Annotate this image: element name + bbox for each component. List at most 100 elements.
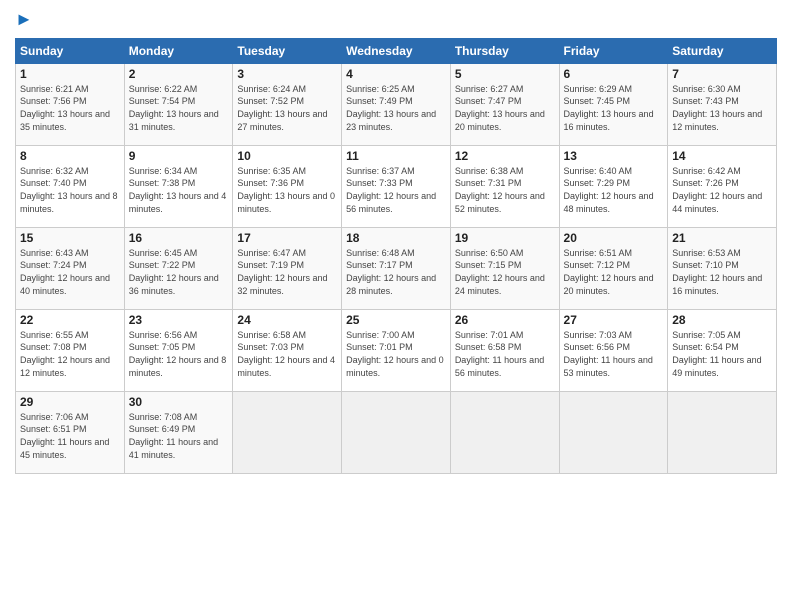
day-info: Sunrise: 6:53 AM Sunset: 7:10 PM Dayligh…	[672, 247, 772, 297]
calendar-cell: 9 Sunrise: 6:34 AM Sunset: 7:38 PM Dayli…	[124, 145, 233, 227]
day-number: 16	[129, 231, 229, 245]
day-number: 20	[564, 231, 664, 245]
calendar-cell: 4 Sunrise: 6:25 AM Sunset: 7:49 PM Dayli…	[342, 63, 451, 145]
day-info: Sunrise: 6:32 AM Sunset: 7:40 PM Dayligh…	[20, 165, 120, 215]
day-number: 25	[346, 313, 446, 327]
day-number: 7	[672, 67, 772, 81]
calendar-cell: 26 Sunrise: 7:01 AM Sunset: 6:58 PM Dayl…	[450, 309, 559, 391]
day-number: 14	[672, 149, 772, 163]
day-info: Sunrise: 6:40 AM Sunset: 7:29 PM Dayligh…	[564, 165, 664, 215]
day-info: Sunrise: 6:43 AM Sunset: 7:24 PM Dayligh…	[20, 247, 120, 297]
day-number: 26	[455, 313, 555, 327]
day-info: Sunrise: 6:25 AM Sunset: 7:49 PM Dayligh…	[346, 83, 446, 133]
day-number: 13	[564, 149, 664, 163]
day-info: Sunrise: 7:08 AM Sunset: 6:49 PM Dayligh…	[129, 411, 229, 461]
day-number: 15	[20, 231, 120, 245]
calendar-cell	[233, 391, 342, 473]
calendar-cell: 6 Sunrise: 6:29 AM Sunset: 7:45 PM Dayli…	[559, 63, 668, 145]
calendar-cell: 3 Sunrise: 6:24 AM Sunset: 7:52 PM Dayli…	[233, 63, 342, 145]
day-number: 5	[455, 67, 555, 81]
day-info: Sunrise: 6:29 AM Sunset: 7:45 PM Dayligh…	[564, 83, 664, 133]
calendar-cell: 8 Sunrise: 6:32 AM Sunset: 7:40 PM Dayli…	[16, 145, 125, 227]
calendar-cell: 28 Sunrise: 7:05 AM Sunset: 6:54 PM Dayl…	[668, 309, 777, 391]
day-info: Sunrise: 7:01 AM Sunset: 6:58 PM Dayligh…	[455, 329, 555, 379]
day-info: Sunrise: 6:37 AM Sunset: 7:33 PM Dayligh…	[346, 165, 446, 215]
weekday-header-friday: Friday	[559, 38, 668, 63]
calendar-table: SundayMondayTuesdayWednesdayThursdayFrid…	[15, 38, 777, 474]
calendar-cell: 16 Sunrise: 6:45 AM Sunset: 7:22 PM Dayl…	[124, 227, 233, 309]
calendar-cell: 17 Sunrise: 6:47 AM Sunset: 7:19 PM Dayl…	[233, 227, 342, 309]
day-info: Sunrise: 6:58 AM Sunset: 7:03 PM Dayligh…	[237, 329, 337, 379]
day-info: Sunrise: 6:47 AM Sunset: 7:19 PM Dayligh…	[237, 247, 337, 297]
day-number: 23	[129, 313, 229, 327]
day-info: Sunrise: 6:56 AM Sunset: 7:05 PM Dayligh…	[129, 329, 229, 379]
page-header: ►	[15, 10, 777, 30]
logo-icon: ►	[15, 9, 33, 29]
day-info: Sunrise: 6:42 AM Sunset: 7:26 PM Dayligh…	[672, 165, 772, 215]
calendar-week-1: 1 Sunrise: 6:21 AM Sunset: 7:56 PM Dayli…	[16, 63, 777, 145]
day-number: 12	[455, 149, 555, 163]
calendar-cell: 10 Sunrise: 6:35 AM Sunset: 7:36 PM Dayl…	[233, 145, 342, 227]
calendar-week-5: 29 Sunrise: 7:06 AM Sunset: 6:51 PM Dayl…	[16, 391, 777, 473]
day-number: 8	[20, 149, 120, 163]
calendar-cell: 18 Sunrise: 6:48 AM Sunset: 7:17 PM Dayl…	[342, 227, 451, 309]
day-info: Sunrise: 6:35 AM Sunset: 7:36 PM Dayligh…	[237, 165, 337, 215]
calendar-cell: 21 Sunrise: 6:53 AM Sunset: 7:10 PM Dayl…	[668, 227, 777, 309]
day-number: 29	[20, 395, 120, 409]
calendar-cell: 12 Sunrise: 6:38 AM Sunset: 7:31 PM Dayl…	[450, 145, 559, 227]
calendar-cell	[450, 391, 559, 473]
weekday-header-thursday: Thursday	[450, 38, 559, 63]
weekday-header-row: SundayMondayTuesdayWednesdayThursdayFrid…	[16, 38, 777, 63]
day-number: 3	[237, 67, 337, 81]
day-info: Sunrise: 6:30 AM Sunset: 7:43 PM Dayligh…	[672, 83, 772, 133]
weekday-header-monday: Monday	[124, 38, 233, 63]
day-number: 4	[346, 67, 446, 81]
calendar-cell: 25 Sunrise: 7:00 AM Sunset: 7:01 PM Dayl…	[342, 309, 451, 391]
calendar-cell: 7 Sunrise: 6:30 AM Sunset: 7:43 PM Dayli…	[668, 63, 777, 145]
day-info: Sunrise: 7:05 AM Sunset: 6:54 PM Dayligh…	[672, 329, 772, 379]
calendar-week-4: 22 Sunrise: 6:55 AM Sunset: 7:08 PM Dayl…	[16, 309, 777, 391]
calendar-cell: 23 Sunrise: 6:56 AM Sunset: 7:05 PM Dayl…	[124, 309, 233, 391]
calendar-week-3: 15 Sunrise: 6:43 AM Sunset: 7:24 PM Dayl…	[16, 227, 777, 309]
day-number: 19	[455, 231, 555, 245]
weekday-header-wednesday: Wednesday	[342, 38, 451, 63]
day-number: 10	[237, 149, 337, 163]
day-info: Sunrise: 7:03 AM Sunset: 6:56 PM Dayligh…	[564, 329, 664, 379]
day-number: 9	[129, 149, 229, 163]
calendar-cell	[668, 391, 777, 473]
day-info: Sunrise: 6:55 AM Sunset: 7:08 PM Dayligh…	[20, 329, 120, 379]
day-number: 1	[20, 67, 120, 81]
logo: ►	[15, 10, 33, 30]
calendar-cell	[342, 391, 451, 473]
day-number: 2	[129, 67, 229, 81]
day-number: 30	[129, 395, 229, 409]
day-number: 28	[672, 313, 772, 327]
day-info: Sunrise: 7:00 AM Sunset: 7:01 PM Dayligh…	[346, 329, 446, 379]
day-info: Sunrise: 6:22 AM Sunset: 7:54 PM Dayligh…	[129, 83, 229, 133]
calendar-cell: 19 Sunrise: 6:50 AM Sunset: 7:15 PM Dayl…	[450, 227, 559, 309]
day-number: 11	[346, 149, 446, 163]
calendar-cell: 24 Sunrise: 6:58 AM Sunset: 7:03 PM Dayl…	[233, 309, 342, 391]
calendar-cell	[559, 391, 668, 473]
weekday-header-sunday: Sunday	[16, 38, 125, 63]
weekday-header-tuesday: Tuesday	[233, 38, 342, 63]
day-info: Sunrise: 6:21 AM Sunset: 7:56 PM Dayligh…	[20, 83, 120, 133]
calendar-cell: 1 Sunrise: 6:21 AM Sunset: 7:56 PM Dayli…	[16, 63, 125, 145]
day-info: Sunrise: 6:50 AM Sunset: 7:15 PM Dayligh…	[455, 247, 555, 297]
day-number: 27	[564, 313, 664, 327]
day-info: Sunrise: 6:24 AM Sunset: 7:52 PM Dayligh…	[237, 83, 337, 133]
day-number: 22	[20, 313, 120, 327]
calendar-cell: 27 Sunrise: 7:03 AM Sunset: 6:56 PM Dayl…	[559, 309, 668, 391]
calendar-cell: 30 Sunrise: 7:08 AM Sunset: 6:49 PM Dayl…	[124, 391, 233, 473]
day-number: 21	[672, 231, 772, 245]
day-number: 6	[564, 67, 664, 81]
day-number: 18	[346, 231, 446, 245]
calendar-cell: 29 Sunrise: 7:06 AM Sunset: 6:51 PM Dayl…	[16, 391, 125, 473]
day-info: Sunrise: 6:38 AM Sunset: 7:31 PM Dayligh…	[455, 165, 555, 215]
calendar-cell: 11 Sunrise: 6:37 AM Sunset: 7:33 PM Dayl…	[342, 145, 451, 227]
calendar-cell: 22 Sunrise: 6:55 AM Sunset: 7:08 PM Dayl…	[16, 309, 125, 391]
calendar-cell: 14 Sunrise: 6:42 AM Sunset: 7:26 PM Dayl…	[668, 145, 777, 227]
calendar-cell: 2 Sunrise: 6:22 AM Sunset: 7:54 PM Dayli…	[124, 63, 233, 145]
day-number: 24	[237, 313, 337, 327]
calendar-cell: 20 Sunrise: 6:51 AM Sunset: 7:12 PM Dayl…	[559, 227, 668, 309]
